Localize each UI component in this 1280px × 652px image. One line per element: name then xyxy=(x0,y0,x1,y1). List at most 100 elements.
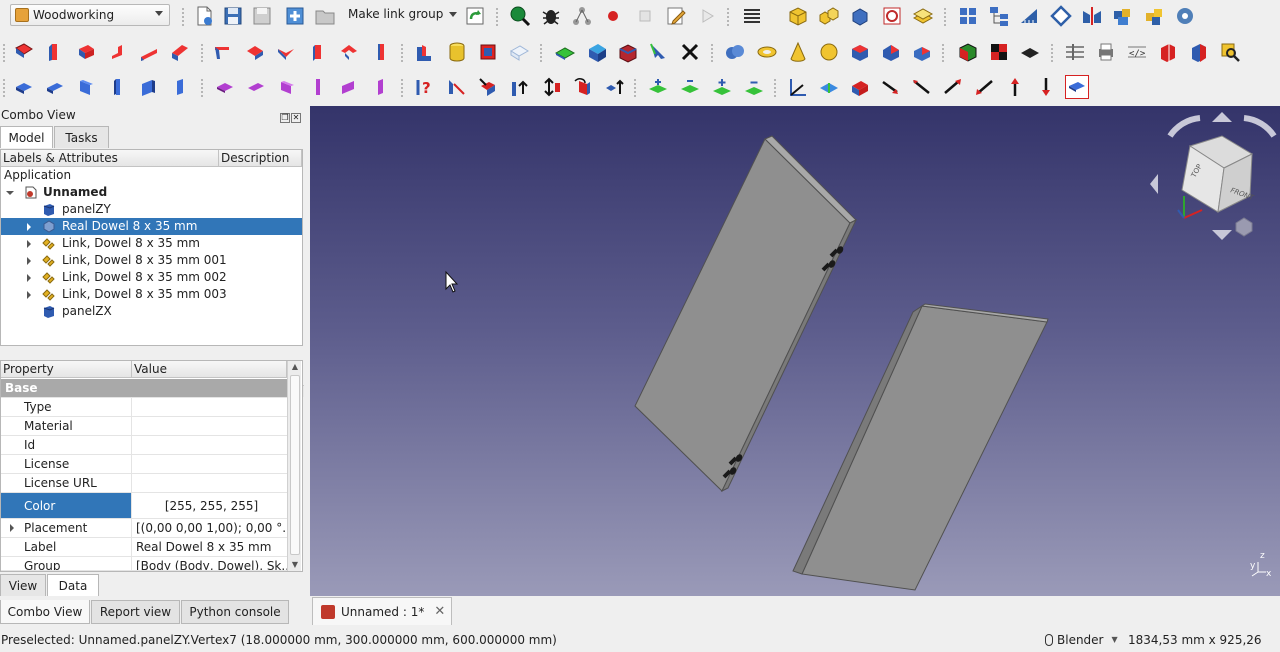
panel-flat-icon[interactable] xyxy=(137,40,161,64)
debug-bug-icon[interactable] xyxy=(539,4,563,28)
axis-corner-icon[interactable] xyxy=(786,75,810,99)
panel-xz-blue-icon[interactable] xyxy=(74,75,98,99)
stop-macro-icon[interactable] xyxy=(633,4,657,28)
sphere-icon[interactable] xyxy=(817,40,841,64)
prop-group-base[interactable]: Base xyxy=(1,379,287,398)
cut-panel-red-icon[interactable] xyxy=(848,75,872,99)
panel-copy-xz-icon[interactable] xyxy=(274,40,298,64)
panel-default-xz-icon[interactable] xyxy=(74,40,98,64)
arrow-up-icon[interactable] xyxy=(1003,75,1027,99)
panel-front-blue-icon[interactable] xyxy=(106,75,130,99)
panel-xy-blue-icon[interactable] xyxy=(12,75,36,99)
toolbar-grip[interactable] xyxy=(201,79,204,97)
panel-tall-purple-icon[interactable] xyxy=(368,75,392,99)
toolbar-grip[interactable] xyxy=(944,8,947,26)
print-icon[interactable] xyxy=(1094,40,1118,64)
toolbar-grip[interactable] xyxy=(634,79,637,97)
layers-icon[interactable] xyxy=(911,4,935,28)
cut-arrow-icon[interactable] xyxy=(476,75,500,99)
body-blue-icon[interactable] xyxy=(848,4,872,28)
rotate-panel-icon[interactable] xyxy=(571,75,595,99)
panel-vertical-icon[interactable] xyxy=(369,40,393,64)
code-icon[interactable]: </> xyxy=(1125,40,1149,64)
chevron-down-icon[interactable] xyxy=(449,12,457,17)
arrow-down-right-icon[interactable] xyxy=(879,75,903,99)
shelf-remove-icon[interactable] xyxy=(678,75,702,99)
prop-value[interactable] xyxy=(133,417,287,435)
prop-header-value[interactable]: Value xyxy=(132,361,287,378)
move-to-icon[interactable] xyxy=(445,75,469,99)
prop-value[interactable] xyxy=(133,474,287,492)
arrows-up-icon[interactable] xyxy=(602,75,626,99)
mirror-icon[interactable] xyxy=(1080,4,1104,28)
arrow-up-nav-icon[interactable] xyxy=(1212,112,1232,122)
scene-canvas[interactable]: FRONT TOP y z x xyxy=(310,106,1280,596)
prop-row[interactable]: Material xyxy=(1,417,287,436)
expand-arrow-icon[interactable] xyxy=(27,257,31,265)
panel-plane-icon[interactable] xyxy=(817,75,841,99)
sketch-red-icon[interactable] xyxy=(880,4,904,28)
panel-box-icon[interactable] xyxy=(476,40,500,64)
folder-icon[interactable] xyxy=(313,4,337,28)
panel-yz-purple-icon[interactable] xyxy=(244,75,268,99)
toolbar-grip[interactable] xyxy=(496,8,499,26)
close-tab-icon[interactable]: ✕ xyxy=(434,604,445,619)
tree-item[interactable]: panelZX xyxy=(1,303,302,320)
prop-row[interactable]: License xyxy=(1,455,287,474)
navigation-cube[interactable]: FRONT TOP xyxy=(1150,112,1280,240)
cone-icon[interactable] xyxy=(786,40,810,64)
tree-item[interactable]: Link, Dowel 8 x 35 mm 002 xyxy=(1,269,302,286)
document-tab-unnamed[interactable]: Unnamed : 1* ✕ xyxy=(312,597,452,625)
toolbar-grip[interactable] xyxy=(401,44,404,62)
help-question-icon[interactable]: ? xyxy=(413,75,437,99)
prop-value[interactable] xyxy=(133,436,287,454)
prop-row[interactable]: Group [Body (Body, Dowel), Sk... xyxy=(1,557,287,571)
tree-item[interactable]: Link, Dowel 8 x 35 mm 001 xyxy=(1,252,302,269)
expand-arrow-icon[interactable] xyxy=(27,274,31,282)
prop-row[interactable]: Id xyxy=(1,436,287,455)
grid-icon[interactable] xyxy=(956,4,980,28)
prop-value[interactable]: [Body (Body, Dowel), Sk... xyxy=(133,557,287,570)
panel-side-blue-icon[interactable] xyxy=(137,75,161,99)
rotate-right-arrow-icon[interactable] xyxy=(1243,115,1277,138)
refresh-icon[interactable] xyxy=(463,4,487,28)
dependency-graph-icon[interactable] xyxy=(570,4,594,28)
navigation-style-selector[interactable]: Blender ▼ xyxy=(1045,628,1118,652)
workbench-selector[interactable]: Woodworking xyxy=(10,4,170,26)
expand-arrow-icon[interactable] xyxy=(27,223,31,231)
arrow-diag-icon[interactable] xyxy=(910,75,934,99)
box-blue-alt-icon[interactable] xyxy=(879,40,903,64)
tree-item-selected[interactable]: Real Dowel 8 x 35 mm xyxy=(1,218,302,235)
panel-red-cube-icon[interactable] xyxy=(616,40,640,64)
resize-panel-icon[interactable] xyxy=(585,40,609,64)
colored-cube-icon[interactable] xyxy=(956,40,980,64)
panel-copy-xy-icon[interactable] xyxy=(210,40,234,64)
black-panel-icon[interactable] xyxy=(1018,40,1042,64)
tree-document-row[interactable]: Unnamed xyxy=(1,184,302,201)
scrollbar-thumb[interactable] xyxy=(290,375,300,555)
3d-viewport[interactable]: FRONT TOP y z x xyxy=(310,106,1280,596)
panel-l-icon[interactable] xyxy=(106,40,130,64)
prop-row[interactable]: Type xyxy=(1,398,287,417)
panel-side-icon[interactable] xyxy=(337,40,361,64)
box-blue-icon[interactable] xyxy=(848,40,872,64)
record-macro-icon[interactable] xyxy=(601,4,625,28)
edit-macro-icon[interactable] xyxy=(664,4,688,28)
expand-arrow-icon[interactable] xyxy=(27,291,31,299)
prop-value[interactable] xyxy=(133,398,287,416)
toolbar-grip[interactable] xyxy=(711,44,714,62)
prop-vertical-scrollbar[interactable]: ▲ ▼ xyxy=(287,361,301,571)
make-link-group-dropdown[interactable]: Make link group xyxy=(348,7,443,21)
prop-value[interactable] xyxy=(133,455,287,473)
list-view-icon[interactable] xyxy=(740,4,764,28)
arrow-left-nav-icon[interactable] xyxy=(1150,174,1158,194)
close-x-icon[interactable] xyxy=(678,40,702,64)
panel-default-xy-icon[interactable] xyxy=(12,40,36,64)
toolbar-grip[interactable] xyxy=(727,8,730,26)
new-document-icon[interactable] xyxy=(192,4,216,28)
box-small-icon[interactable] xyxy=(910,40,934,64)
shelf-add-icon[interactable] xyxy=(646,75,670,99)
gear-robot-icon[interactable] xyxy=(1173,4,1197,28)
torus-icon[interactable] xyxy=(755,40,779,64)
blue-red-box-icon[interactable] xyxy=(1187,40,1211,64)
